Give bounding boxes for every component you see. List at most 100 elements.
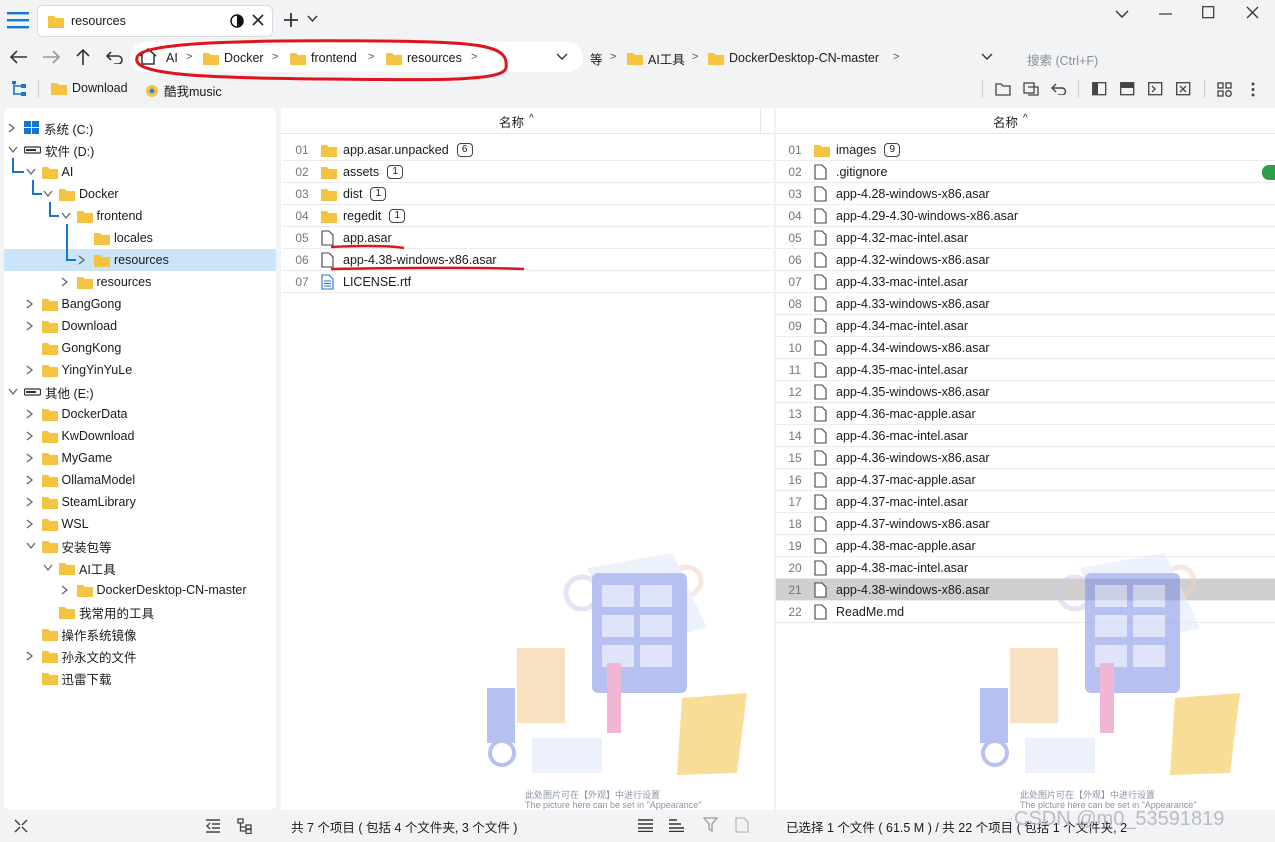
chevron-right-icon[interactable] xyxy=(26,321,38,331)
tree-item[interactable]: SteamLibrary xyxy=(26,491,136,513)
file-row[interactable]: 04 app-4.29-4.30-windows-x86.asar xyxy=(776,205,1275,227)
tree-item[interactable]: frontend xyxy=(60,205,142,227)
tree-item[interactable]: 安装包等 xyxy=(25,535,112,557)
tree-item[interactable]: AI工具 xyxy=(43,557,116,579)
chevron-down-icon[interactable] xyxy=(25,542,38,550)
up-icon[interactable] xyxy=(75,48,91,66)
tree-item[interactable]: YingYinYuLe xyxy=(26,359,132,381)
new-folder-icon[interactable] xyxy=(995,82,1011,96)
file-row[interactable]: 11 app-4.35-mac-intel.asar xyxy=(776,359,1275,381)
terminal-icon[interactable] xyxy=(1148,82,1163,96)
chevron-down-icon[interactable] xyxy=(60,212,73,220)
collapse-all-icon[interactable] xyxy=(13,818,29,834)
tree-item[interactable]: 孙永文的文件 xyxy=(26,645,137,667)
file-row[interactable]: 12 app-4.35-windows-x86.asar xyxy=(776,381,1275,403)
chevron-right-icon[interactable] xyxy=(26,651,38,661)
forward-icon[interactable] xyxy=(42,50,60,64)
tree-item[interactable]: KwDownload xyxy=(26,425,134,447)
tree-item[interactable]: AI xyxy=(25,161,73,183)
file-row[interactable]: 01 images 9 xyxy=(776,139,1275,161)
chevron-right-icon[interactable] xyxy=(26,365,38,375)
file-row[interactable]: 16 app-4.37-mac-apple.asar xyxy=(776,469,1275,491)
chevron-right-icon[interactable] xyxy=(26,299,38,309)
file-row[interactable]: 15 app-4.36-windows-x86.asar xyxy=(776,447,1275,469)
chevron-right-icon[interactable] xyxy=(26,431,38,441)
copy-path-icon[interactable] xyxy=(1023,82,1039,96)
left-column-header[interactable] xyxy=(281,108,774,134)
file-row[interactable]: 13 app-4.36-mac-apple.asar xyxy=(776,403,1275,425)
breadcrumb-dockerdesktop[interactable]: DockerDesktop-CN-master xyxy=(708,49,879,67)
file-row[interactable]: 03 app-4.28-windows-x86.asar xyxy=(776,183,1275,205)
theme-toggle-icon[interactable] xyxy=(230,14,244,28)
bookmark-download[interactable]: Download xyxy=(51,81,128,95)
chevron-right-icon[interactable] xyxy=(8,123,20,133)
file-row[interactable]: 07 LICENSE.rtf xyxy=(283,271,774,293)
tree-item[interactable]: 迅雷下载 xyxy=(26,667,112,689)
file-row[interactable]: 17 app-4.37-mac-intel.asar xyxy=(776,491,1275,513)
layout-top-icon[interactable] xyxy=(1120,82,1135,96)
tree-item[interactable]: OllamaModel xyxy=(26,469,135,491)
bookmark-music[interactable]: 酷我music xyxy=(145,81,222,100)
tree-item[interactable]: Download xyxy=(26,315,117,337)
hamburger-icon[interactable] xyxy=(7,11,29,29)
tree-item[interactable]: resources xyxy=(78,249,169,271)
tree-structure-icon[interactable] xyxy=(237,818,253,834)
file-row[interactable]: 10 app-4.34-windows-x86.asar xyxy=(776,337,1275,359)
file-row[interactable]: 07 app-4.33-mac-intel.asar xyxy=(776,271,1275,293)
back-icon[interactable] xyxy=(10,50,28,64)
file-row[interactable]: 02 .gitignore xyxy=(776,161,1275,183)
tree-item[interactable]: 操作系统镜像 xyxy=(26,623,137,645)
chevron-down-icon[interactable] xyxy=(43,564,55,572)
maximize-icon[interactable] xyxy=(1202,6,1215,19)
layout-left-icon[interactable] xyxy=(1092,82,1107,96)
tab-list-chevron-icon[interactable] xyxy=(307,15,318,23)
tree-item[interactable]: GongKong xyxy=(26,337,121,359)
file-row[interactable]: 08 app-4.33-windows-x86.asar xyxy=(776,293,1275,315)
chevron-right-icon[interactable] xyxy=(61,585,73,595)
file-row[interactable]: 02 assets 1 xyxy=(283,161,774,183)
file-row[interactable]: 18 app-4.37-windows-x86.asar xyxy=(776,513,1275,535)
tree-item[interactable]: Docker xyxy=(43,183,119,205)
chevron-down-icon[interactable] xyxy=(8,388,20,396)
tree-item[interactable]: locales xyxy=(78,227,153,249)
undo-icon[interactable] xyxy=(106,50,124,64)
tree-item[interactable]: 其他 (E:) xyxy=(8,381,94,403)
chevron-down-icon[interactable] xyxy=(43,190,55,198)
tab-resources[interactable]: resources xyxy=(37,5,273,37)
preview-icon[interactable] xyxy=(735,817,749,833)
chevron-right-icon[interactable] xyxy=(78,255,90,265)
tree-item[interactable]: MyGame xyxy=(26,447,112,469)
tree-item[interactable]: 我常用的工具 xyxy=(43,601,154,623)
apps-grid-icon[interactable] xyxy=(1217,82,1232,97)
file-row[interactable]: 04 regedit 1 xyxy=(283,205,774,227)
file-row[interactable]: 14 app-4.36-mac-intel.asar xyxy=(776,425,1275,447)
search-input[interactable]: 搜索 (Ctrl+F) xyxy=(1027,50,1098,69)
chevron-right-icon[interactable] xyxy=(26,453,38,463)
tree-item[interactable]: 系统 (C:) xyxy=(8,117,93,139)
chevron-down-icon[interactable] xyxy=(1115,9,1129,19)
plus-icon[interactable] xyxy=(283,12,299,28)
details-view-icon[interactable] xyxy=(668,818,685,832)
breadcrumb-more[interactable]: 等 xyxy=(590,49,603,67)
breadcrumb-dropdown-icon[interactable] xyxy=(981,53,993,61)
close-pane-icon[interactable] xyxy=(1176,82,1191,96)
chevron-right-icon[interactable] xyxy=(26,497,38,507)
minimize-icon[interactable] xyxy=(1159,12,1173,16)
close-tab-icon[interactable] xyxy=(251,13,265,27)
list-view-icon[interactable] xyxy=(637,818,654,832)
filter-icon[interactable] xyxy=(703,817,718,832)
more-vertical-icon[interactable] xyxy=(1251,82,1255,97)
chevron-right-icon[interactable] xyxy=(26,409,38,419)
tree-item[interactable]: DockerDesktop-CN-master xyxy=(61,579,247,601)
chevron-right-icon[interactable] xyxy=(61,277,73,287)
file-row[interactable]: 09 app-4.34-mac-intel.asar xyxy=(776,315,1275,337)
breadcrumb-dropdown-icon[interactable] xyxy=(556,53,568,61)
chevron-down-icon[interactable] xyxy=(8,146,20,154)
tree-item[interactable]: 软件 (D:) xyxy=(8,139,94,161)
undo-icon[interactable] xyxy=(1051,83,1067,95)
outdent-icon[interactable] xyxy=(205,818,221,833)
tree-item[interactable]: WSL xyxy=(26,513,89,535)
chevron-right-icon[interactable] xyxy=(26,475,38,485)
tree-item[interactable]: resources xyxy=(61,271,151,293)
tree-item[interactable]: BangGong xyxy=(26,293,121,315)
